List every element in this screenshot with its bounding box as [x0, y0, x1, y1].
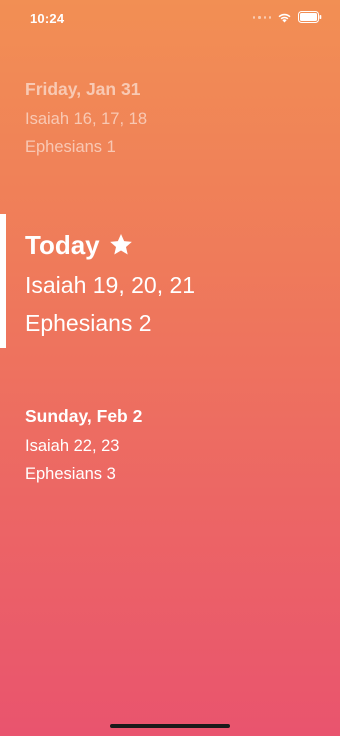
home-indicator[interactable] [110, 724, 230, 728]
reading-old-testament: Isaiah 22, 23 [25, 437, 120, 455]
reading-old-testament: Isaiah 19, 20, 21 [25, 272, 196, 298]
reading-new-testament: Ephesians 2 [25, 310, 152, 336]
reading-new-testament: Ephesians 3 [25, 465, 116, 483]
day-title-today: Today [25, 229, 330, 261]
day-title: Sunday, Feb 2 [25, 406, 143, 426]
status-time: 10:24 [30, 11, 65, 26]
day-entry-next[interactable]: Sunday, Feb 2 Isaiah 22, 23 Ephesians 3 [25, 405, 330, 485]
reading-old-testament: Isaiah 16, 17, 18 [25, 110, 148, 128]
today-indicator-bar [0, 214, 6, 348]
day-entry-today[interactable]: Today Isaiah 19, 20, 21 Ephesians 2 [25, 229, 330, 337]
battery-icon [298, 11, 322, 23]
wifi-icon [278, 13, 291, 22]
reading-new-testament: Ephesians 1 [25, 138, 116, 156]
status-icons [253, 11, 322, 23]
status-bar: 10:24 [0, 0, 340, 40]
star-icon [109, 233, 132, 255]
day-entry-previous[interactable]: Friday, Jan 31 Isaiah 16, 17, 18 Ephesia… [25, 78, 330, 158]
today-label: Today [25, 230, 100, 260]
day-title: Friday, Jan 31 [25, 79, 141, 99]
cellular-signal-icon [253, 12, 271, 22]
